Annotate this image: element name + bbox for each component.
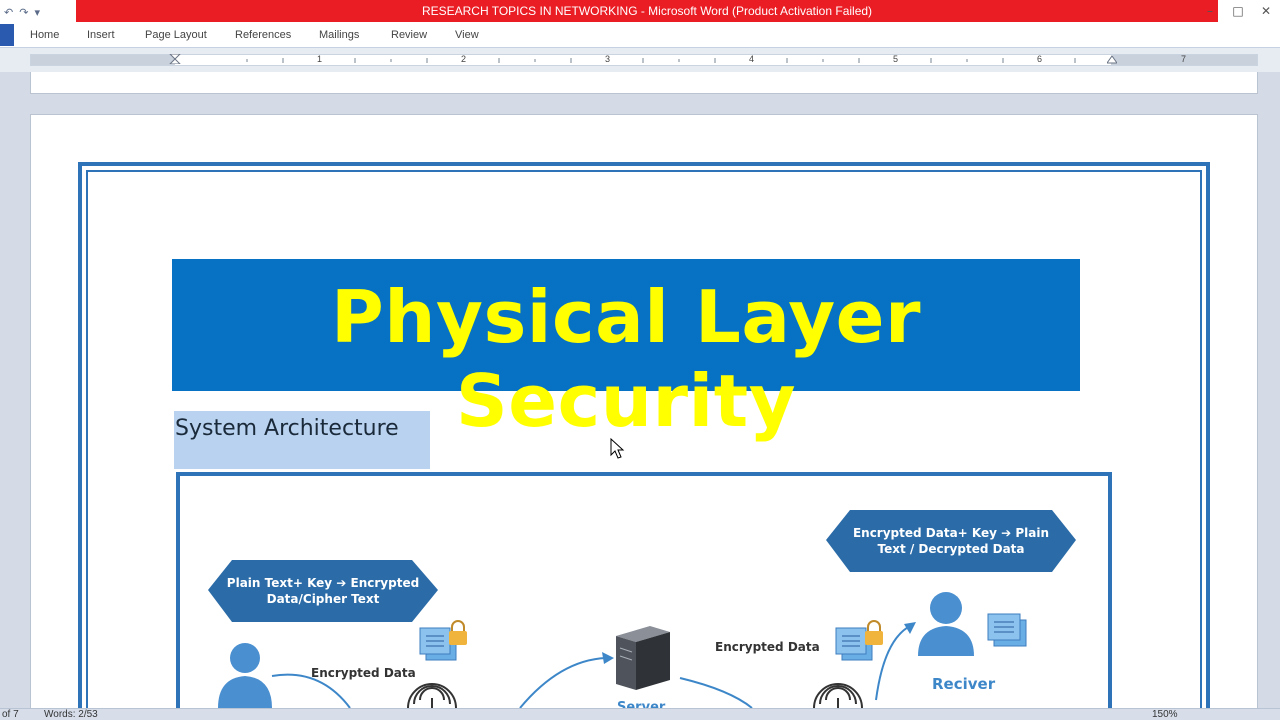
section-heading[interactable]: System Architecture <box>175 416 399 441</box>
status-bar: of 7 Words: 2/53 150% <box>0 708 1280 720</box>
indent-marker-icon[interactable] <box>169 54 181 64</box>
customize-toolbar-icon[interactable]: ▾ <box>34 6 40 19</box>
right-indent-marker-icon[interactable] <box>1107 56 1117 64</box>
tab-view[interactable]: View <box>455 29 479 41</box>
undo-icon[interactable]: ↶ <box>4 6 13 19</box>
maximize-icon[interactable]: □ <box>1224 0 1252 22</box>
ruler-number: 6 <box>1037 54 1043 64</box>
ruler-ticks <box>246 58 1076 63</box>
zoom-level[interactable]: 150% <box>1152 709 1178 720</box>
horizontal-ruler[interactable]: 1 2 3 4 5 6 7 <box>30 54 1258 66</box>
quick-access-toolbar: ↶ ↷ ▾ <box>4 2 40 22</box>
ruler-number: 2 <box>461 54 467 64</box>
redo-icon[interactable]: ↷ <box>19 6 28 19</box>
file-tab[interactable] <box>0 24 14 46</box>
ribbon-tabs: Home Insert Page Layout References Maili… <box>0 24 1280 48</box>
close-icon[interactable]: ✕ <box>1252 0 1280 22</box>
ruler-number: 3 <box>605 54 611 64</box>
word-count[interactable]: Words: 2/53 <box>44 709 98 720</box>
tab-references[interactable]: References <box>235 29 291 41</box>
ruler-area: 1 2 3 4 5 6 7 <box>0 48 1280 72</box>
mouse-pointer-icon <box>610 438 625 459</box>
tab-review[interactable]: Review <box>391 29 427 41</box>
title-banner: Physical Layer Security <box>172 259 1080 443</box>
ruler-number: 1 <box>317 54 323 64</box>
previous-page-bottom <box>30 72 1258 94</box>
ruler-number: 7 <box>1181 54 1187 64</box>
edge-label-encrypted-data-left: Encrypted Data <box>311 666 416 680</box>
ruler-number: 4 <box>749 54 755 64</box>
edge-label-encrypted-data-right: Encrypted Data <box>715 640 820 654</box>
receiver-label: Reciver <box>932 675 996 693</box>
window-title: RESEARCH TOPICS IN NETWORKING - Microsof… <box>76 0 1218 22</box>
tab-page-layout[interactable]: Page Layout <box>145 29 207 41</box>
tab-home[interactable]: Home <box>30 29 59 41</box>
page-count[interactable]: of 7 <box>2 709 19 720</box>
window-controls: – □ ✕ <box>1196 0 1280 22</box>
tab-mailings[interactable]: Mailings <box>319 29 359 41</box>
title-bar: ↶ ↷ ▾ RESEARCH TOPICS IN NETWORKING - Mi… <box>0 0 1280 24</box>
tab-insert[interactable]: Insert <box>87 29 115 41</box>
minimize-icon[interactable]: – <box>1196 0 1224 22</box>
ruler-number: 5 <box>893 54 899 64</box>
